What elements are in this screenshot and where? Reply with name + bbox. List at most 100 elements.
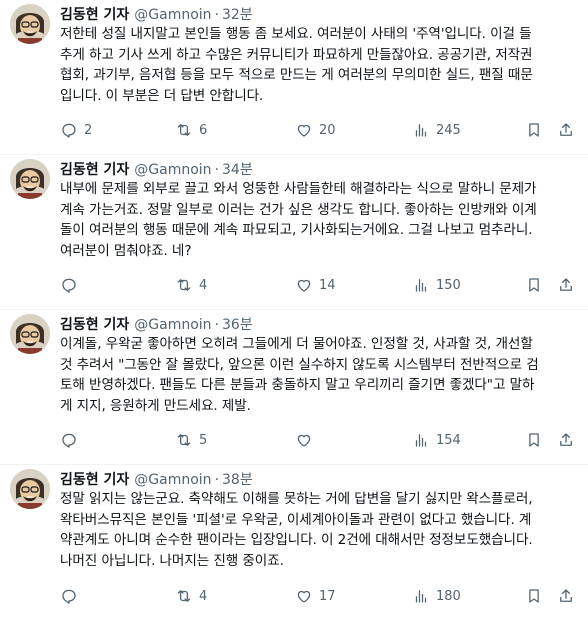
share-button[interactable] [557, 276, 575, 294]
author-name[interactable]: 김동현 기자 [60, 161, 129, 179]
author-handle[interactable]: @Gamnoin [134, 161, 211, 179]
views-button[interactable]: 154 [412, 431, 461, 449]
author-handle[interactable]: @Gamnoin [134, 316, 211, 334]
reply-icon [62, 278, 76, 293]
share-icon [560, 123, 572, 136]
tweet[interactable]: 김동현 기자 @Gamnoin · 36분 이계돌, 우왁굳 좋아하면 오히려 … [0, 310, 588, 465]
views-chart-icon [415, 434, 427, 447]
heart-icon [297, 124, 311, 137]
reply-count: 2 [84, 122, 93, 138]
retweet-count: 4 [199, 588, 208, 604]
tweet[interactable]: 김동현 기자 @Gamnoin · 32분 저한테 성질 내지말고 본인들 행동… [0, 0, 588, 155]
view-count: 150 [436, 277, 461, 293]
retweet-button[interactable]: 5 [175, 431, 207, 449]
views-button[interactable]: 180 [412, 587, 461, 605]
heart-icon [297, 434, 311, 447]
reply-icon [62, 589, 76, 604]
tweet-text: 정말 읽지는 않는군요. 축약해도 이해를 못하는 거에 답변을 달기 싫지만 … [60, 491, 533, 569]
avatar-caricature-icon [10, 469, 50, 509]
author-name[interactable]: 김동현 기자 [60, 6, 129, 24]
timestamp[interactable]: 38분 [222, 471, 253, 489]
view-count: 245 [436, 122, 461, 138]
retweet-icon [177, 124, 191, 136]
tweet-header: 김동현 기자 @Gamnoin · 32분 [60, 0, 576, 24]
reply-button[interactable]: 2 [60, 121, 92, 139]
avatar[interactable] [10, 159, 50, 199]
separator-dot: · [214, 317, 220, 333]
tweet-text: 이계돌, 우왁굳 좋아하면 오히려 그들에게 더 물어야죠. 인정할 것, 사과… [60, 336, 539, 414]
bookmark-icon [529, 433, 539, 447]
reply-button[interactable] [60, 431, 84, 449]
retweet-button[interactable]: 4 [175, 276, 207, 294]
author-handle[interactable]: @Gamnoin [134, 6, 211, 24]
bookmark-button[interactable] [525, 431, 543, 449]
share-button[interactable] [557, 431, 575, 449]
share-button[interactable] [557, 121, 575, 139]
avatar-caricature-icon [10, 159, 50, 199]
retweet-count: 4 [199, 277, 208, 293]
share-icon [560, 278, 572, 291]
timestamp[interactable]: 34분 [222, 161, 253, 179]
bookmark-icon [529, 589, 539, 603]
heart-icon [297, 590, 311, 603]
like-count: 14 [319, 277, 336, 293]
retweet-icon [177, 590, 191, 602]
tweet-feed: 김동현 기자 @Gamnoin · 32분 저한테 성질 내지말고 본인들 행동… [0, 0, 588, 620]
tweet-header: 김동현 기자 @Gamnoin · 38분 [60, 465, 576, 489]
view-count: 154 [436, 432, 461, 448]
tweet[interactable]: 김동현 기자 @Gamnoin · 38분 정말 읽지는 않는군요. 축약해도 … [0, 465, 588, 620]
bookmark-button[interactable] [525, 121, 543, 139]
bookmark-button[interactable] [525, 587, 543, 605]
retweet-button[interactable]: 4 [175, 587, 207, 605]
like-button[interactable] [295, 431, 319, 449]
bookmark-icon [529, 278, 539, 292]
views-chart-icon [415, 124, 427, 137]
tweet-header: 김동현 기자 @Gamnoin · 34분 [60, 155, 576, 179]
separator-dot: · [214, 472, 220, 488]
share-icon [560, 433, 572, 446]
bookmark-icon [529, 123, 539, 137]
views-chart-icon [415, 279, 427, 292]
avatar-caricature-icon [10, 314, 50, 354]
like-button[interactable]: 14 [295, 276, 336, 294]
avatar-caricature-icon [10, 4, 50, 44]
avatar[interactable] [10, 4, 50, 44]
retweet-count: 5 [199, 432, 208, 448]
views-button[interactable]: 245 [412, 121, 461, 139]
view-count: 180 [436, 588, 461, 604]
tweet-actions: 2 6 20 245 [60, 120, 580, 140]
tweet-header: 김동현 기자 @Gamnoin · 36분 [60, 310, 576, 334]
reply-icon [62, 123, 76, 138]
reply-button[interactable] [60, 276, 84, 294]
tweet-text: 내부에 문제를 외부로 끌고 와서 엉뚱한 사람들한테 해결하라는 식으로 말하… [60, 181, 537, 259]
author-handle[interactable]: @Gamnoin [134, 471, 211, 489]
author-name[interactable]: 김동현 기자 [60, 471, 129, 489]
views-chart-icon [415, 590, 427, 603]
tweet-actions: 4 17 180 [60, 586, 580, 606]
avatar[interactable] [10, 469, 50, 509]
author-name[interactable]: 김동현 기자 [60, 316, 129, 334]
share-icon [560, 589, 572, 602]
tweet[interactable]: 김동현 기자 @Gamnoin · 34분 내부에 문제를 외부로 끌고 와서 … [0, 155, 588, 310]
like-button[interactable]: 17 [295, 587, 336, 605]
reply-icon [62, 433, 76, 448]
avatar[interactable] [10, 314, 50, 354]
separator-dot: · [214, 7, 220, 23]
like-button[interactable]: 20 [295, 121, 336, 139]
retweet-icon [177, 434, 191, 446]
separator-dot: · [214, 162, 220, 178]
heart-icon [297, 279, 311, 292]
bookmark-button[interactable] [525, 276, 543, 294]
retweet-icon [177, 279, 191, 291]
tweet-actions: 5 154 [60, 430, 580, 450]
reply-button[interactable] [60, 587, 84, 605]
share-button[interactable] [557, 587, 575, 605]
tweet-text: 저한테 성질 내지말고 본인들 행동 좀 보세요. 여러분이 사태의 '주역'입… [60, 26, 533, 104]
timestamp[interactable]: 32분 [222, 6, 253, 24]
like-count: 20 [319, 122, 336, 138]
views-button[interactable]: 150 [412, 276, 461, 294]
retweet-button[interactable]: 6 [175, 121, 207, 139]
timestamp[interactable]: 36분 [222, 316, 253, 334]
like-count: 17 [319, 588, 336, 604]
tweet-actions: 4 14 150 [60, 275, 580, 295]
